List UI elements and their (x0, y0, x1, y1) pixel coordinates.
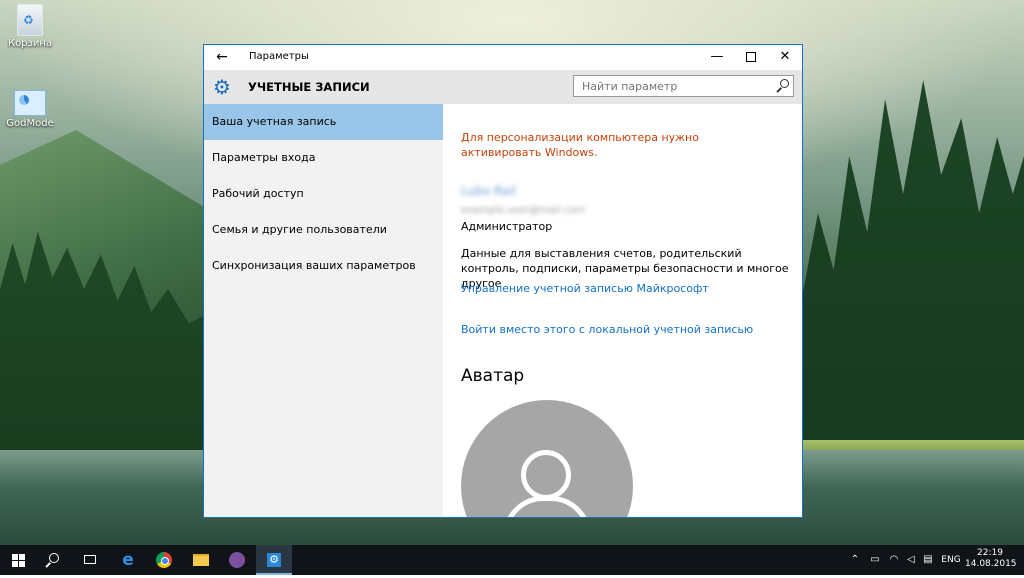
taskbar: e ⚙ ⌃ ▭ ◠ ◁ ▤ ENG 22:19 14.08.2015 (0, 545, 1024, 575)
show-hidden-icons-button[interactable]: ⌃ (848, 545, 862, 575)
edge-icon: e (122, 550, 134, 570)
user-role: Администратор (461, 220, 553, 233)
wifi-icon[interactable]: ◠ (886, 545, 902, 575)
control-panel-icon (14, 90, 46, 116)
taskbar-viber[interactable] (219, 545, 255, 575)
avatar (461, 400, 633, 517)
search-icon (49, 553, 59, 563)
back-button[interactable]: ← (212, 48, 232, 66)
folder-icon (193, 554, 209, 566)
search-box[interactable] (573, 75, 794, 97)
user-email: example.user@mail.com (461, 205, 585, 216)
settings-window: ← Параметры — ✕ ⚙ УЧЕТНЫЕ ЗАПИСИ Ваша уч… (203, 44, 803, 518)
desktop-icon-label: GodMode (6, 118, 54, 129)
sign-in-local-account-link[interactable]: Войти вместо этого с локальной учетной з… (461, 323, 753, 336)
input-language[interactable]: ENG (938, 545, 964, 575)
desktop-icon-godmode[interactable]: GodMode (0, 90, 60, 129)
taskbar-settings[interactable]: ⚙ (256, 545, 292, 575)
user-name: Lubo Rail (461, 184, 516, 198)
clock[interactable]: 22:19 14.08.2015 (965, 545, 1017, 578)
manage-microsoft-account-link[interactable]: Управление учетной записью Майкрософт (461, 282, 709, 295)
clock-time: 22:19 (977, 548, 1003, 558)
minimize-button[interactable]: — (700, 45, 734, 69)
search-input[interactable] (574, 76, 772, 96)
window-title: Параметры (249, 51, 309, 62)
gear-icon: ⚙ (267, 553, 281, 567)
user-placeholder-body (503, 496, 591, 517)
user-placeholder-icon (521, 450, 571, 500)
gear-icon: ⚙ (213, 75, 231, 99)
taskbar-file-explorer[interactable] (183, 545, 219, 575)
sidebar-item-your-account[interactable]: Ваша учетная запись (204, 104, 443, 140)
volume-icon[interactable]: ◁ (904, 545, 918, 575)
desktop-icon-label: Корзина (7, 38, 53, 49)
maximize-button[interactable] (734, 45, 768, 69)
account-content: Для персонализации компьютера нужно акти… (443, 104, 802, 517)
notification-icon[interactable]: ▤ (921, 545, 935, 575)
recycle-bin-icon: ♻ (17, 4, 43, 36)
sidebar-item-work-access[interactable]: Рабочий доступ (204, 176, 443, 212)
sidebar-item-sync-settings[interactable]: Синхронизация ваших параметров (204, 248, 443, 284)
taskbar-chrome[interactable] (146, 545, 182, 575)
title-bar[interactable]: ← Параметры — ✕ (204, 45, 802, 70)
desktop-icon-recycle-bin[interactable]: ♻ Корзина (0, 4, 60, 49)
settings-header: ⚙ УЧЕТНЫЕ ЗАПИСИ (204, 70, 802, 104)
taskbar-search-button[interactable] (37, 545, 73, 575)
start-button[interactable] (0, 545, 36, 575)
search-icon[interactable] (775, 79, 789, 93)
avatar-heading: Аватар (461, 366, 525, 386)
task-view-icon (84, 555, 96, 564)
viber-icon (229, 552, 245, 568)
taskbar-edge[interactable]: e (110, 545, 146, 575)
close-button[interactable]: ✕ (768, 45, 802, 69)
task-view-button[interactable] (73, 545, 109, 575)
battery-icon[interactable]: ▭ (866, 545, 884, 575)
sidebar-item-family-other-users[interactable]: Семья и другие пользователи (204, 212, 443, 248)
page-title: УЧЕТНЫЕ ЗАПИСИ (248, 80, 370, 94)
sidebar: Ваша учетная запись Параметры входа Рабо… (204, 104, 443, 517)
sidebar-item-sign-in-options[interactable]: Параметры входа (204, 140, 443, 176)
maximize-icon (746, 51, 756, 62)
chrome-icon (156, 552, 172, 568)
activation-warning: Для персонализации компьютера нужно акти… (461, 131, 699, 159)
clock-date: 14.08.2015 (965, 559, 1017, 569)
